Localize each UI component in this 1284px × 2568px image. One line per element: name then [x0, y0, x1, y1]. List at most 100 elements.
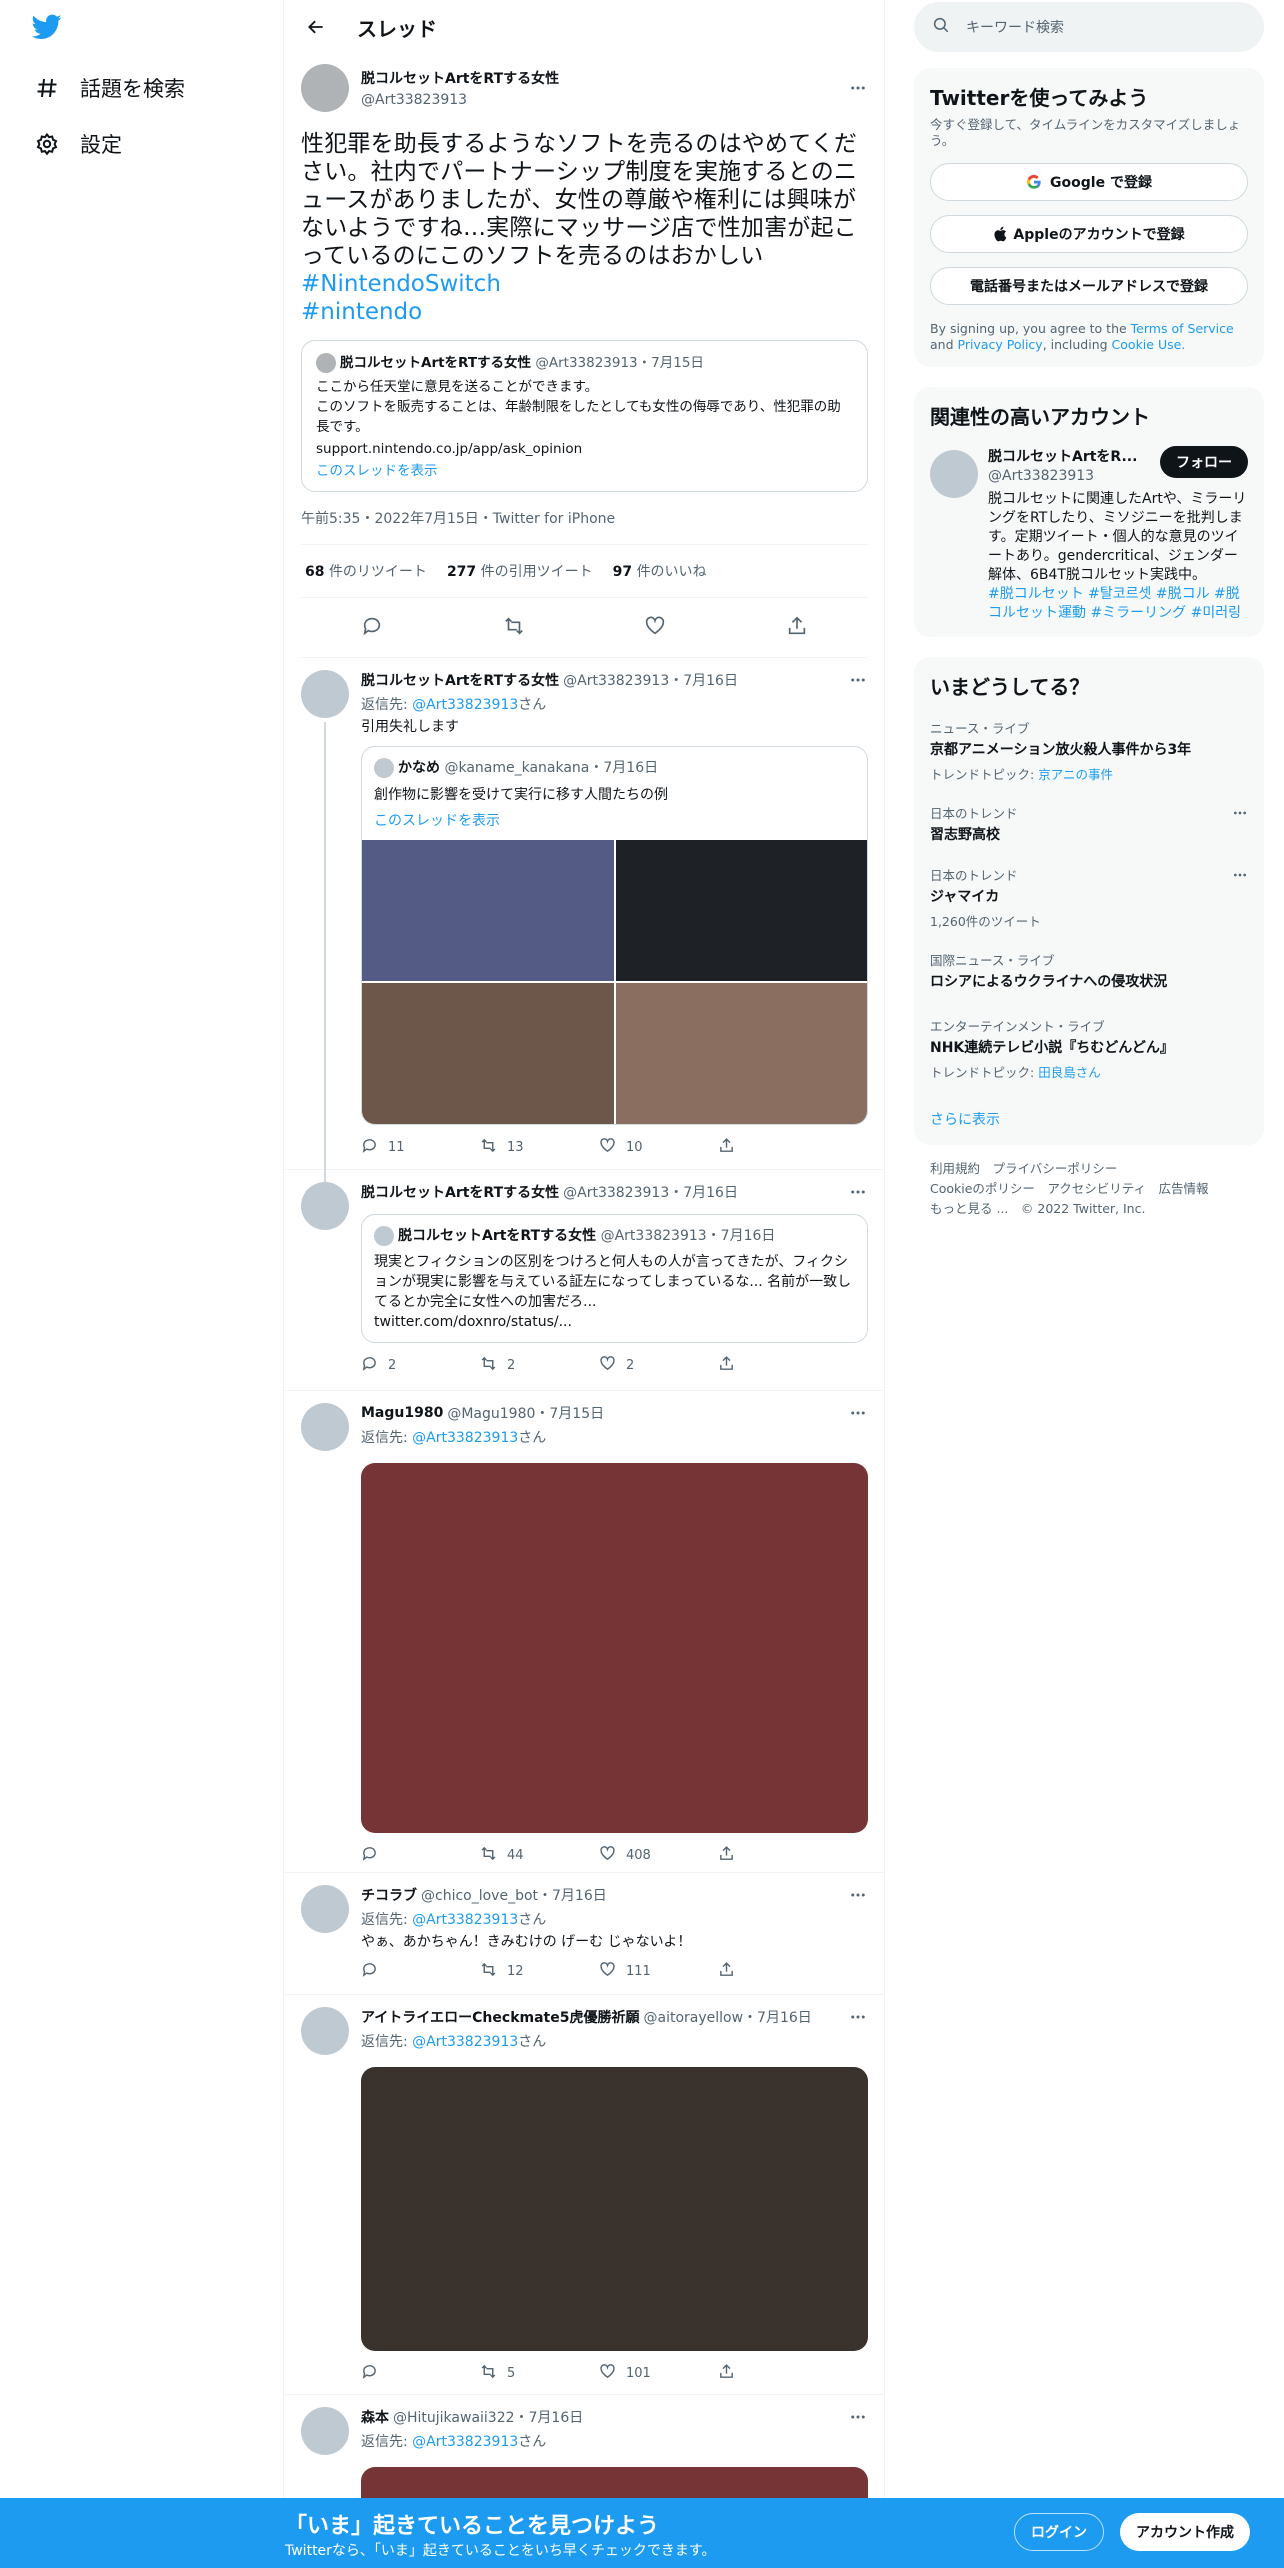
reply-tweet[interactable]: 脱コルセットArtをRTする女性 @Art33823913・7月16日 脱コルセッ…	[285, 1170, 884, 1391]
trend-item[interactable]: エンターテインメント・ライブ NHK連続テレビ小説『ちむどんどん』 トレンドトピ…	[930, 1016, 1248, 1081]
account-suggestion[interactable]: 脱コルセットArtをR... @Art33823913 フォロー 脱コルセットに…	[930, 446, 1248, 623]
hashtag-link[interactable]: #nintendo	[301, 298, 868, 326]
share-button[interactable]	[718, 1137, 788, 1158]
avatar[interactable]	[301, 1403, 349, 1451]
retweet-button[interactable]: 5	[480, 2363, 550, 2384]
more-options-icon[interactable]	[848, 670, 868, 690]
author-meta[interactable]: @Hitujikawaii322・7月16日	[393, 2407, 583, 2427]
like-button[interactable]: 101	[599, 2363, 669, 2384]
trend-topic-link[interactable]: 田良島さん	[1038, 1065, 1101, 1080]
quoted-tweet[interactable]: 脱コルセットArtをRTする女性 @Art33823913・7月16日 現実とフ…	[361, 1214, 868, 1343]
quoted-tweet[interactable]: 脱コルセットArtをRTする女性 @Art33823913・7月15日 ここから…	[301, 340, 868, 492]
quoted-tweet[interactable]: かなめ @kaname_kanakana・7月16日 創作物に影響を受けて実行に…	[361, 746, 868, 1125]
trend-item[interactable]: 国際ニュース・ライブ ロシアによるウクライナへの侵攻状況	[930, 950, 1248, 992]
phone-email-signup-button[interactable]: 電話番号またはメールアドレスで登録	[930, 267, 1248, 305]
show-more-link[interactable]: さらに表示	[930, 1109, 1248, 1129]
author-meta[interactable]: @Magu1980・7月15日	[447, 1403, 604, 1423]
signup-button[interactable]: アカウント作成	[1120, 2513, 1250, 2551]
like-button[interactable]: 111	[599, 1961, 669, 1982]
show-thread-link[interactable]: このスレッドを表示	[374, 810, 855, 830]
avatar[interactable]	[301, 1885, 349, 1933]
mention-link[interactable]: @Art33823913	[412, 2034, 518, 2050]
trend-item[interactable]: ニュース・ライブ 京都アニメーション放火殺人事件から3年 トレンドトピック: 京…	[930, 718, 1248, 783]
nav-settings[interactable]: 設定	[34, 122, 122, 166]
like-button[interactable]: 2	[599, 1355, 669, 1376]
reply-button[interactable]	[361, 1961, 431, 1982]
account-bio-tags[interactable]: #脱コルセット #탈코르셋 #脱コル #脱コルセット運動 #ミラーリング #미러…	[988, 585, 1248, 623]
more-options-icon[interactable]	[848, 2007, 868, 2027]
account-name[interactable]: 脱コルセットArtをR...	[988, 446, 1160, 466]
reply-button[interactable]: 11	[361, 1137, 431, 1158]
media-image[interactable]	[615, 840, 867, 981]
author-name[interactable]: Magu1980	[361, 1405, 443, 1421]
trend-item[interactable]: 日本のトレンド 習志野高校	[930, 803, 1248, 845]
media-image[interactable]	[361, 2067, 868, 2351]
reply-tweet[interactable]: チコラブ @chico_love_bot・7月16日 返信先: @Art33823…	[285, 1873, 884, 1995]
quote-count[interactable]: 277 件の引用ツイート	[447, 561, 593, 581]
back-arrow-icon[interactable]	[301, 12, 331, 42]
media-image[interactable]	[615, 983, 867, 1124]
footer-link-row[interactable]: もっと見る ... © 2022 Twitter, Inc.	[930, 1199, 1248, 1219]
retweet-button[interactable]: 12	[480, 1961, 550, 1982]
cookie-link[interactable]: Cookie Use.	[1112, 337, 1186, 352]
more-options-icon[interactable]	[1232, 805, 1248, 825]
avatar[interactable]	[301, 64, 349, 112]
author-name[interactable]: アイトライエローCheckmate5虎優勝祈願	[361, 2007, 639, 2027]
author-name[interactable]: 脱コルセットArtをRTする女性	[361, 1182, 559, 1202]
avatar[interactable]	[301, 1182, 349, 1230]
trend-topic-link[interactable]: 京アニの事件	[1038, 767, 1113, 782]
login-button[interactable]: ログイン	[1014, 2513, 1104, 2551]
author-name[interactable]: 脱コルセットArtをRTする女性	[361, 670, 559, 690]
tweet-timestamp[interactable]: 午前5:35・2022年7月15日・Twitter for iPhone	[301, 492, 868, 545]
reply-button[interactable]	[361, 2363, 431, 2384]
like-icon[interactable]	[644, 615, 666, 641]
avatar[interactable]	[301, 2407, 349, 2455]
share-button[interactable]	[718, 1961, 788, 1982]
author-meta[interactable]: @Art33823913・7月16日	[563, 670, 738, 690]
more-options-icon[interactable]	[848, 1182, 868, 1202]
mention-link[interactable]: @Art33823913	[412, 697, 518, 713]
media-image[interactable]	[361, 1463, 868, 1833]
reply-tweet[interactable]: Magu1980 @Magu1980・7月15日 返信先: @Art3382391…	[285, 1391, 884, 1873]
avatar[interactable]	[301, 2007, 349, 2055]
media-image[interactable]	[361, 2467, 868, 2500]
more-options-icon[interactable]	[848, 2407, 868, 2427]
mention-link[interactable]: @Art33823913	[412, 1430, 518, 1446]
more-options-icon[interactable]	[848, 1403, 868, 1423]
reply-tweet[interactable]: 森本 @Hitujikawaii322・7月16日 返信先: @Art338239…	[285, 2395, 884, 2500]
author-name[interactable]: 森本	[361, 2407, 389, 2427]
mention-link[interactable]: @Art33823913	[412, 1912, 518, 1928]
media-image[interactable]	[362, 983, 614, 1124]
more-options-icon[interactable]	[1232, 867, 1248, 887]
footer-link-row[interactable]: 利用規約 プライバシーポリシー	[930, 1159, 1248, 1179]
hashtag-link[interactable]: #NintendoSwitch	[301, 270, 868, 298]
share-button[interactable]	[718, 1355, 788, 1376]
reply-button[interactable]	[361, 1845, 431, 1866]
author-meta[interactable]: @Art33823913・7月16日	[563, 1182, 738, 1202]
account-handle[interactable]: @Art33823913	[988, 468, 1160, 484]
avatar[interactable]	[301, 670, 349, 718]
retweet-icon[interactable]	[503, 615, 525, 641]
author-meta[interactable]: @chico_love_bot・7月16日	[421, 1885, 607, 1905]
twitter-logo-icon[interactable]	[31, 14, 66, 42]
author-name[interactable]: チコラブ	[361, 1885, 417, 1905]
nav-explore[interactable]: 話題を検索	[34, 66, 185, 110]
author-handle[interactable]: @Art33823913	[361, 92, 848, 108]
follow-button[interactable]: フォロー	[1160, 446, 1248, 478]
share-icon[interactable]	[786, 615, 808, 641]
trend-item[interactable]: 日本のトレンド ジャマイカ 1,260件のツイート	[930, 865, 1248, 930]
terms-link[interactable]: Terms of Service	[1131, 321, 1234, 336]
apple-signup-button[interactable]: Appleのアカウントで登録	[930, 215, 1248, 253]
reply-button[interactable]: 2	[361, 1355, 431, 1376]
retweet-button[interactable]: 44	[480, 1845, 550, 1866]
reply-tweet[interactable]: 脱コルセットArtをRTする女性 @Art33823913・7月16日 返信先: …	[285, 658, 884, 1182]
author-meta[interactable]: @aitorayellow・7月16日	[643, 2007, 811, 2027]
like-button[interactable]: 408	[599, 1845, 669, 1866]
show-thread-link[interactable]: このスレッドを表示	[316, 461, 853, 481]
privacy-link[interactable]: Privacy Policy	[958, 337, 1043, 352]
share-button[interactable]	[718, 2363, 788, 2384]
share-button[interactable]	[718, 1845, 788, 1866]
reply-tweet[interactable]: アイトライエローCheckmate5虎優勝祈願 @aitorayellow・7月1…	[285, 1995, 884, 2395]
retweet-button[interactable]: 2	[480, 1355, 550, 1376]
more-options-icon[interactable]	[848, 78, 868, 98]
